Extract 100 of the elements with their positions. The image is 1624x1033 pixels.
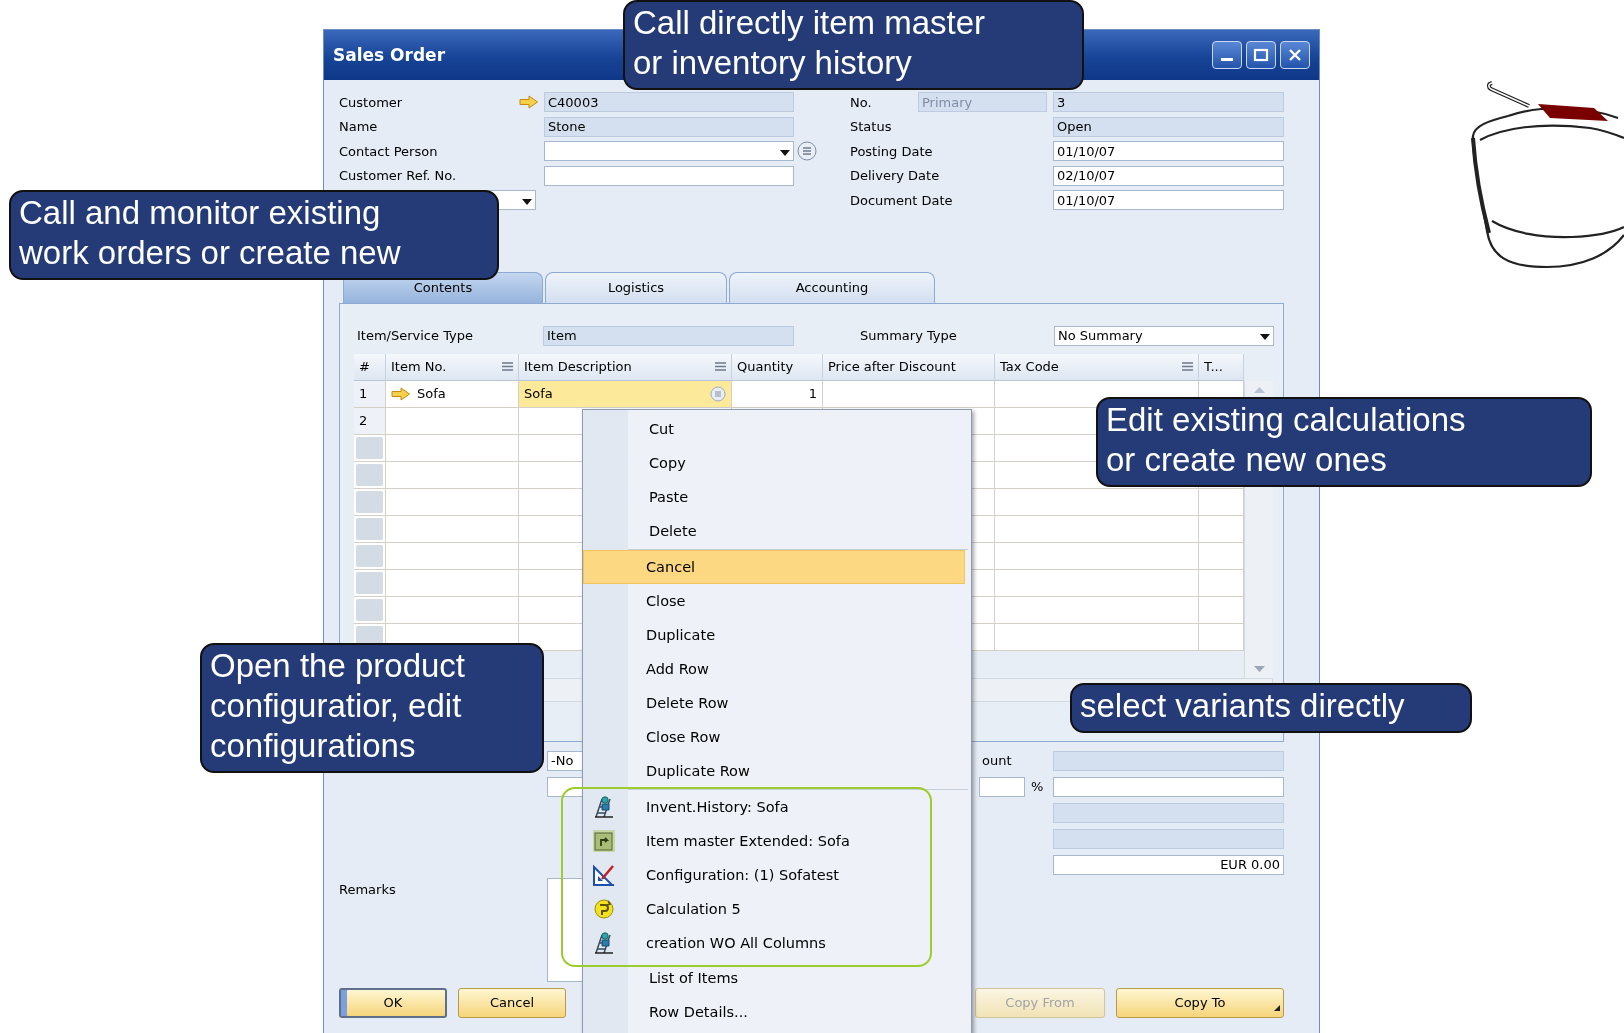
readonly-field: Open: [1053, 116, 1284, 137]
field-label: Status: [850, 119, 893, 135]
menu-item[interactable]: Calculation 5: [583, 892, 965, 926]
readonly-field: Stone: [544, 116, 794, 137]
close-button[interactable]: [1280, 41, 1310, 69]
table-cell: [1199, 623, 1244, 651]
table-cell: 1: [732, 380, 823, 408]
button[interactable]: Cancel: [458, 987, 566, 1018]
menu-item[interactable]: Duplicate Row: [583, 754, 965, 788]
column-header[interactable]: #: [354, 353, 386, 381]
menu-item[interactable]: List of Items: [586, 961, 968, 995]
callout-tooltip: Edit existing calculations or create new ones: [1096, 397, 1592, 487]
field-label: Contact Person: [339, 143, 439, 159]
percent-sign: %: [1031, 779, 1044, 794]
maximize-button[interactable]: [1246, 41, 1276, 69]
readonly-field: Item: [543, 325, 794, 346]
cell-input-field[interactable]: Sofa: [519, 380, 732, 408]
menu-item[interactable]: Close Row: [583, 720, 965, 754]
input-field[interactable]: 01/10/07: [1053, 190, 1284, 211]
menu-button[interactable]: Copy To: [1116, 987, 1284, 1018]
input-field[interactable]: [1053, 776, 1284, 797]
window-title: Sales Order: [333, 45, 446, 65]
column-header[interactable]: Price after Discount: [823, 353, 995, 381]
field-label: No.: [850, 94, 873, 110]
arrow-icon[interactable]: [519, 95, 539, 110]
column-header[interactable]: T...: [1199, 353, 1244, 381]
menu-item[interactable]: Configuration: (1) Sofatest: [583, 858, 965, 892]
dropdown-field[interactable]: [544, 141, 794, 162]
dropdown-field[interactable]: No Summary: [1054, 325, 1274, 346]
table-cell: [1199, 596, 1244, 624]
column-header[interactable]: Item No.: [386, 353, 519, 381]
field-label: Name: [339, 119, 379, 135]
input-field[interactable]: 02/10/07: [1053, 165, 1284, 186]
tab[interactable]: Logistics: [545, 271, 727, 303]
readonly-field: 3: [1053, 92, 1284, 113]
input-field[interactable]: [544, 165, 794, 186]
menu-item[interactable]: Duplicate: [583, 618, 965, 652]
field-label: Customer Ref. No.: [339, 168, 458, 184]
dropdown-arrow-icon: [780, 149, 790, 156]
menu-item[interactable]: creation WO All Columns: [583, 926, 965, 960]
tab[interactable]: Accounting: [729, 271, 935, 303]
table-cell: [1199, 569, 1244, 597]
menu-item[interactable]: Row Details...: [586, 995, 968, 1029]
row-header: [354, 515, 386, 543]
row-header: [354, 434, 386, 462]
row-header: [354, 488, 386, 516]
menu-item[interactable]: Paste: [586, 480, 968, 514]
column-header[interactable]: Tax Code: [995, 353, 1199, 381]
field-label: Remarks: [339, 881, 397, 897]
list-icon[interactable]: [797, 141, 817, 162]
menu-item[interactable]: Item master Extended: Sofa: [583, 824, 965, 858]
field-label: ount: [981, 753, 1013, 768]
callout-tooltip: select variants directly: [1070, 683, 1472, 733]
dropdown-arrow-icon: [1260, 334, 1270, 340]
input-field[interactable]: 01/10/07: [1053, 141, 1284, 162]
row-number: 2: [354, 407, 386, 435]
row-header: [354, 569, 386, 597]
table-cell: Sofa: [417, 386, 446, 401]
menu-item[interactable]: Copy: [586, 446, 968, 480]
close-icon: [1287, 48, 1303, 62]
minimize-button[interactable]: [1212, 41, 1242, 69]
input-field[interactable]: [979, 776, 1025, 797]
field-label: Document Date: [850, 192, 954, 208]
callout-tooltip: Call and monitor existing work orders or create new: [9, 190, 499, 280]
button[interactable]: OK: [339, 987, 447, 1018]
column-menu-icon: [502, 362, 513, 371]
column-header[interactable]: Quantity: [732, 353, 823, 381]
field-label: Item/Service Type: [356, 328, 474, 343]
menu-item[interactable]: Add Row: [583, 652, 965, 686]
dropdown-arrow-icon: [522, 198, 532, 205]
caret-icon: [1274, 1004, 1280, 1011]
callout-tooltip: Open the product configuratior, edit configurations: [200, 643, 544, 773]
field-label: Customer: [339, 94, 404, 110]
table-cell: [1199, 488, 1244, 516]
callout-tooltip: Call directly item master or inventory history: [623, 0, 1084, 90]
field-label: Delivery Date: [850, 168, 941, 184]
maximize-icon: [1253, 48, 1269, 62]
menu-item[interactable]: Cancel: [583, 550, 965, 584]
list-icon[interactable]: [710, 385, 726, 402]
arrow-icon[interactable]: [391, 386, 411, 401]
down-arrow-icon[interactable]: [1253, 665, 1265, 672]
menu-item[interactable]: Cut: [586, 412, 968, 446]
row-number: 1: [354, 380, 386, 408]
field-label: Summary Type: [860, 328, 958, 343]
minimize-icon: [1221, 58, 1233, 61]
menu-item[interactable]: Invent.History: Sofa: [583, 790, 965, 824]
row-header: [354, 461, 386, 489]
row-header: [354, 542, 386, 570]
field-label: Posting Date: [850, 143, 934, 159]
menu-item[interactable]: Delete: [586, 514, 968, 548]
menu-item[interactable]: Delete Row: [583, 686, 965, 720]
input-field[interactable]: EUR 0.00: [1053, 854, 1284, 875]
column-header[interactable]: Item Description: [519, 353, 732, 381]
menu-item[interactable]: Close: [583, 584, 965, 618]
up-arrow-icon[interactable]: [1253, 386, 1265, 393]
column-menu-icon: [1182, 362, 1193, 371]
readonly-field: C40003: [544, 92, 794, 113]
table-cell: [1199, 515, 1244, 543]
column-menu-icon: [715, 362, 726, 371]
table-cell: [1199, 542, 1244, 570]
